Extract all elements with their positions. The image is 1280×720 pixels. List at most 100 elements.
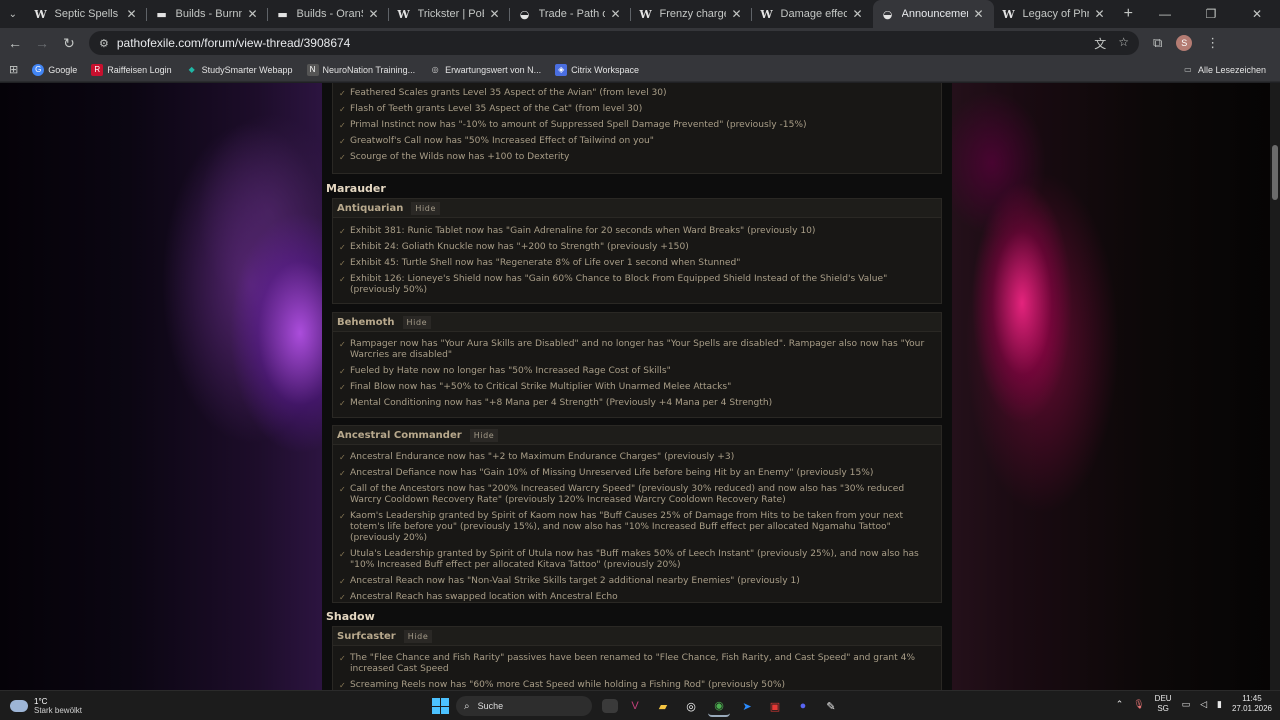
- list-item: Mental Conditioning now has "+8 Mana per…: [337, 398, 937, 409]
- chatgpt-icon[interactable]: ◎: [680, 695, 702, 717]
- poe-icon: ◒: [519, 7, 530, 21]
- close-icon[interactable]: ✕: [609, 7, 623, 21]
- close-icon[interactable]: ✕: [488, 7, 502, 21]
- scrollbar-thumb[interactable]: [1272, 145, 1278, 200]
- list-item: Exhibit 381: Runic Tablet now has "Gain …: [337, 226, 937, 237]
- bookmark-neuronation[interactable]: N NeuroNation Training...: [306, 63, 415, 76]
- cloud-icon: [10, 699, 28, 712]
- list-item: Screaming Reels now has "60% more Cast S…: [337, 680, 937, 690]
- apps-icon[interactable]: ⊞: [9, 63, 18, 76]
- site-info-icon[interactable]: ⚙: [99, 37, 109, 50]
- bookmark-citrix[interactable]: ◈ Citrix Workspace: [555, 63, 639, 76]
- avatar[interactable]: S: [1176, 35, 1193, 51]
- start-icon[interactable]: [430, 696, 450, 716]
- close-icon[interactable]: ✕: [246, 7, 260, 21]
- taskbar: 1°C Stark bewölkt ⌕ Suche V ▰ ◎ ◉ ➤ ▣ ● ✎…: [0, 690, 1280, 720]
- bookmark-raiffeisen[interactable]: R Raiffeisen Login: [91, 63, 172, 76]
- menu-icon[interactable]: ⋮: [1206, 35, 1219, 51]
- app-icon-red[interactable]: ▣: [764, 695, 786, 717]
- discord-icon[interactable]: ●: [792, 695, 814, 717]
- language-indicator[interactable]: DEU SG: [1155, 694, 1172, 714]
- forum-post-content: Feathered Scales grants Level 35 Aspect …: [322, 83, 952, 690]
- list-item: Primal Instinct now has "-10% to amount …: [337, 120, 937, 131]
- tab-8[interactable]: WLegacy of Phrecia | Pr✕: [994, 0, 1115, 28]
- app-icon-blue[interactable]: ➤: [736, 695, 758, 717]
- wiki-icon: W: [760, 7, 773, 21]
- list-item: The "Flee Chance and Fish Rarity" passiv…: [337, 653, 937, 675]
- hide-button[interactable]: Hide: [411, 201, 440, 215]
- tab-search-icon[interactable]: ⌄: [0, 0, 26, 28]
- wiki-icon: W: [397, 7, 410, 21]
- file-explorer-icon[interactable]: ▰: [652, 695, 674, 717]
- clock[interactable]: 11:45 27.01.2026: [1232, 694, 1272, 714]
- page-scrollbar[interactable]: [1270, 83, 1280, 690]
- mic-icon[interactable]: 🎙: [1133, 699, 1144, 710]
- tab-2[interactable]: ▬Builds - OranSS - Path✕: [268, 0, 389, 28]
- close-icon[interactable]: ✕: [851, 7, 865, 21]
- list-item: Ancestral Endurance now has "+2 to Maxim…: [337, 452, 937, 463]
- hide-button[interactable]: Hide: [469, 428, 499, 442]
- minimize-icon[interactable]: —: [1142, 7, 1188, 21]
- forward-icon[interactable]: →: [30, 31, 54, 55]
- close-window-icon[interactable]: ✕: [1234, 7, 1280, 21]
- tab-7-active[interactable]: ◒Announcements - Eve✕: [872, 0, 994, 28]
- system-tray: ⌃ 🎙 DEU SG ▭ ◁ ▮ 11:45 27.01.2026: [1116, 694, 1272, 714]
- list-item: Final Blow now has "+50% to Critical Str…: [337, 382, 937, 393]
- new-tab-icon[interactable]: +: [1115, 5, 1142, 23]
- toolbar: ← → ↻ ⚙ pathofexile.com/forum/view-threa…: [0, 28, 1280, 58]
- wiki-icon: W: [1002, 7, 1015, 21]
- list-item: Feathered Scales grants Level 35 Aspect …: [337, 88, 937, 99]
- hide-button[interactable]: Hide: [402, 315, 432, 329]
- restore-icon[interactable]: ❐: [1188, 7, 1234, 21]
- box-title: Behemoth: [337, 316, 395, 328]
- browser-window: ⌄ WSeptic Spells | PoE Wiki✕ ▬Builds - B…: [0, 0, 1280, 690]
- close-icon[interactable]: ✕: [1093, 7, 1107, 21]
- list-item: Exhibit 24: Goliath Knuckle now has "+20…: [337, 242, 937, 253]
- close-icon[interactable]: ✕: [125, 7, 139, 21]
- google-icon: G: [32, 63, 45, 76]
- monitor-icon[interactable]: ▭: [1182, 699, 1191, 710]
- extensions-icon[interactable]: ⧉: [1153, 35, 1162, 51]
- tab-3[interactable]: WTrickster | PoE Wiki✕: [389, 0, 510, 28]
- bookmark-studysmarter[interactable]: ◆ StudySmarter Webapp: [186, 64, 293, 76]
- translate-icon[interactable]: 文: [1094, 35, 1106, 52]
- heading-marauder: Marauder: [326, 182, 386, 195]
- box-antiquarian: Antiquarian Hide Exhibit 381: Runic Table…: [332, 198, 942, 304]
- list-item: Flash of Teeth grants Level 35 Aspect of…: [337, 104, 937, 115]
- chrome-icon[interactable]: ◉: [708, 695, 730, 717]
- tab-0[interactable]: WSeptic Spells | PoE Wiki✕: [26, 0, 147, 28]
- weather-widget[interactable]: 1°C Stark bewölkt: [10, 697, 130, 715]
- bookmark-erwartungswert[interactable]: ◎ Erwartungswert von N...: [429, 64, 542, 76]
- wiki-icon: W: [34, 7, 47, 21]
- wiki-icon: W: [639, 7, 652, 21]
- list-item: Scourge of the Wilds now has +100 to Dex…: [337, 152, 937, 163]
- list-item: Greatwolf's Call now has "50% Increased …: [337, 136, 937, 147]
- app-icon-pen[interactable]: ✎: [820, 695, 842, 717]
- list-item: Ancestral Reach now has "Non-Vaal Strike…: [337, 576, 937, 587]
- battery-icon[interactable]: ▮: [1217, 699, 1222, 710]
- chevron-up-icon[interactable]: ⌃: [1116, 699, 1124, 710]
- taskbar-search[interactable]: ⌕ Suche: [456, 696, 592, 716]
- heading-shadow: Shadow: [326, 610, 375, 623]
- close-icon[interactable]: ✕: [730, 7, 744, 21]
- tab-5[interactable]: WFrenzy charge | PoE W✕: [631, 0, 752, 28]
- background-art-left: [0, 83, 322, 690]
- tab-1[interactable]: ▬Builds - BurnnerKFDu✕: [147, 0, 268, 28]
- app-icon-v[interactable]: V: [624, 695, 646, 717]
- reload-icon[interactable]: ↻: [57, 31, 81, 55]
- close-icon[interactable]: ✕: [367, 7, 381, 21]
- tab-4[interactable]: ◒Trade - Path of Exile✕: [510, 0, 631, 28]
- back-icon[interactable]: ←: [3, 31, 27, 55]
- bookmark-star-icon[interactable]: ☆: [1118, 35, 1129, 52]
- task-view-icon[interactable]: [602, 699, 618, 713]
- close-icon[interactable]: ✕: [972, 7, 986, 21]
- address-bar[interactable]: ⚙ pathofexile.com/forum/view-thread/3908…: [89, 31, 1139, 55]
- folder-icon: ▭: [1184, 65, 1192, 74]
- bookmark-google[interactable]: G Google: [32, 63, 77, 76]
- hide-button[interactable]: Hide: [403, 629, 433, 643]
- box-title: Antiquarian: [337, 202, 404, 214]
- all-bookmarks[interactable]: ▭ Alle Lesezeichen: [1182, 64, 1266, 76]
- list-item: Fueled by Hate now no longer has "50% In…: [337, 366, 937, 377]
- volume-icon[interactable]: ◁: [1200, 699, 1207, 710]
- tab-6[interactable]: WDamage effectiveness✕: [752, 0, 873, 28]
